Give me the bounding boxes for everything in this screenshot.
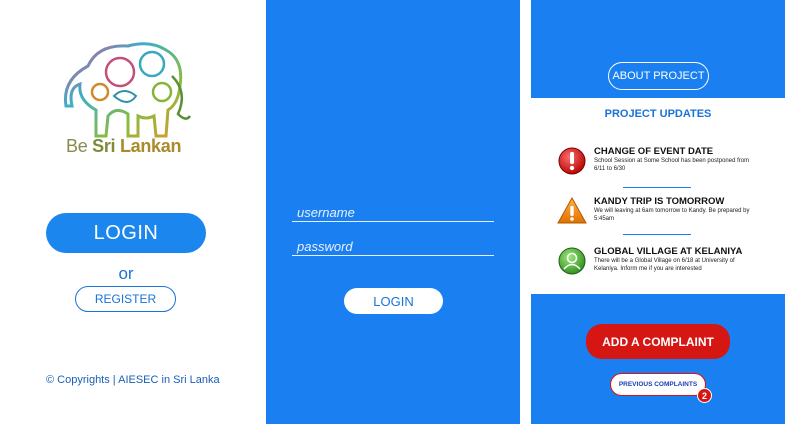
project-updates-panel: PROJECT UPDATES CHANGE OF EVENT DATE Sch… (531, 98, 785, 294)
user-icon (558, 247, 586, 275)
updates-title: PROJECT UPDATES (604, 108, 712, 120)
brand-wordmark: Be Sri Lankan (66, 136, 181, 157)
complaints-count-badge: 2 (697, 388, 712, 403)
register-button[interactable]: REGISTER (75, 286, 176, 312)
update-description: School Session at Some School has been p… (594, 158, 750, 172)
about-project-button[interactable]: ABOUT PROJECT (608, 62, 709, 90)
error-icon (558, 147, 586, 175)
update-title: GLOBAL VILLAGE AT KELANIYA (594, 246, 743, 257)
project-screen: ABOUT PROJECT PROJECT UPDATES CHANGE OF … (531, 0, 785, 424)
warning-icon (557, 196, 587, 224)
copyright-text: © Copyrights | AIESEC in Sri Lanka (46, 374, 220, 386)
divider (623, 234, 691, 235)
login-button[interactable]: LOGIN (46, 213, 206, 253)
login-screen: username password LOGIN (266, 0, 520, 424)
elephant-logo-icon (63, 42, 192, 138)
logo-word-sri: Sri (92, 136, 120, 156)
submit-login-button[interactable]: LOGIN (344, 288, 443, 314)
previous-complaints-button[interactable]: PREVIOUS COMPLAINTS (610, 373, 706, 396)
update-description: There will be a Global Village on 6/18 a… (594, 258, 735, 272)
update-title: CHANGE OF EVENT DATE (594, 146, 714, 157)
add-complaint-button[interactable]: ADD A COMPLAINT (586, 324, 730, 359)
logo-word-lankan: Lankan (119, 136, 182, 156)
username-input[interactable]: username (292, 205, 494, 222)
update-description: We will leaving at 6am tomorrow to Kandy… (594, 208, 750, 222)
or-label: or (118, 264, 134, 283)
logo-word-be: Be (66, 136, 93, 156)
divider (623, 187, 691, 188)
welcome-screen: Be Sri Lankan LOGIN or REGISTER © Copyri… (0, 0, 266, 424)
password-input[interactable]: password (292, 239, 494, 256)
update-title: KANDY TRIP IS TOMORROW (594, 196, 725, 207)
